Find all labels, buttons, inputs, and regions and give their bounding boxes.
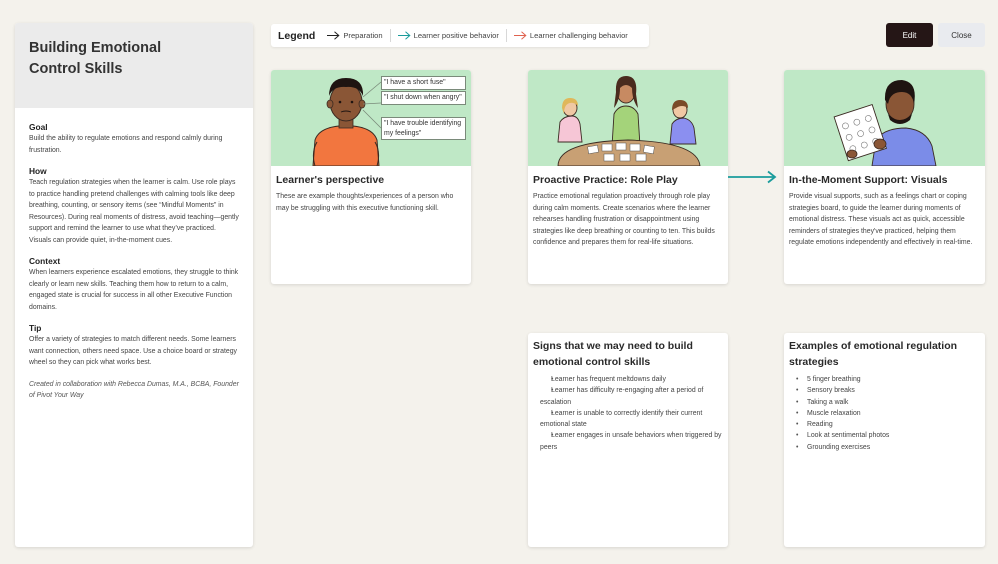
learner-perspective-card[interactable]: "I have a short fuse" "I shut down when … (271, 70, 471, 284)
goal-section: Goal Build the ability to regulate emoti… (29, 122, 239, 156)
legend-label-preparation: Preparation (343, 31, 383, 40)
arrow-right-icon (327, 31, 340, 40)
visuals-illustration (784, 70, 985, 166)
tip-section: Tip Offer a variety of strategies to mat… (29, 323, 239, 369)
card-description: Provide visual supports, such as a feeli… (789, 193, 973, 246)
card-title: Examples of emotional regulation strateg… (789, 340, 958, 368)
legend-label-positive: Learner positive behavior (413, 31, 499, 40)
legend-item-preparation: Preparation (327, 31, 383, 40)
list-item: Reading (796, 419, 980, 431)
list-item: Taking a walk (796, 397, 980, 409)
legend: Legend Preparation Learner positive beha… (271, 24, 649, 47)
list-item: Learner engages in unsafe behaviors when… (540, 430, 723, 453)
list-item: Learner is unable to correctly identify … (540, 408, 723, 431)
thought-bubble: "I shut down when angry" (381, 91, 466, 105)
learner-illustration: "I have a short fuse" "I shut down when … (271, 70, 471, 166)
page-title: Building Emotional Control Skills (29, 38, 239, 80)
legend-divider (389, 29, 391, 42)
edit-button[interactable]: Edit (886, 23, 933, 47)
goal-text: Build the ability to regulate emotions a… (29, 135, 223, 154)
context-section: Context When learners experience escalat… (29, 256, 239, 313)
thought-bubble: "I have trouble identifying my feelings" (381, 117, 466, 140)
info-sidebar: Building Emotional Control Skills Goal B… (15, 23, 253, 547)
page-title-line2: Control Skills (29, 61, 123, 77)
role-play-group-illustration (557, 76, 701, 166)
strategies-list: 5 finger breathing Sensory breaks Taking… (789, 374, 980, 453)
context-text: When learners experience escalated emoti… (29, 269, 239, 311)
flow-arrow-icon (728, 170, 777, 184)
legend-divider (505, 29, 507, 42)
card-title: Proactive Practice: Role Play (533, 174, 678, 186)
legend-title: Legend (278, 29, 316, 42)
card-title: Learner's perspective (276, 174, 385, 186)
close-button[interactable]: Close (938, 23, 985, 47)
how-section: How Teach regulation strategies when the… (29, 166, 239, 246)
how-text: Teach regulation strategies when the lea… (29, 179, 239, 244)
card-title: In-the-Moment Support: Visuals (789, 174, 948, 186)
credit-text: Created in collaboration with Rebecca Du… (29, 380, 239, 400)
role-play-illustration (528, 70, 728, 166)
legend-item-positive: Learner positive behavior (397, 31, 499, 40)
list-item: Learner has frequent meltdowns daily (540, 374, 723, 386)
arrow-right-teal-icon (397, 31, 411, 40)
tip-heading: Tip (29, 323, 42, 333)
card-description: Practice emotional regulation proactivel… (533, 193, 715, 246)
legend-item-challenging: Learner challenging behavior (513, 31, 628, 40)
thought-bubble: "I have a short fuse" (381, 76, 466, 90)
list-item: 5 finger breathing (796, 374, 980, 386)
list-item: Learner has difficulty re-engaging after… (540, 385, 723, 408)
how-heading: How (29, 166, 47, 176)
strategies-card[interactable]: Examples of emotional regulation strateg… (784, 333, 985, 547)
signs-list: Learner has frequent meltdowns daily Lea… (533, 374, 723, 453)
card-description: These are example thoughts/experiences o… (276, 193, 454, 212)
list-item: Grounding exercises (796, 442, 980, 454)
role-play-card[interactable]: Proactive Practice: Role Play Practice e… (528, 70, 728, 284)
sidebar-body: Goal Build the ability to regulate emoti… (15, 108, 253, 402)
goal-heading: Goal (29, 122, 48, 132)
sidebar-header: Building Emotional Control Skills (15, 23, 253, 108)
person-reading-chart-illustration (833, 80, 937, 166)
list-item: Look at sentimental photos (796, 430, 980, 442)
page-title-line1: Building Emotional (29, 40, 162, 56)
tip-text: Offer a variety of strategies to match d… (29, 336, 237, 366)
card-title: Signs that we may need to build emotiona… (533, 340, 693, 368)
arrow-right-red-icon (513, 31, 527, 40)
signs-card[interactable]: Signs that we may need to build emotiona… (528, 333, 728, 547)
list-item: Muscle relaxation (796, 408, 980, 420)
list-item: Sensory breaks (796, 385, 980, 397)
legend-label-challenging: Learner challenging behavior (529, 31, 628, 40)
visuals-support-card[interactable]: In-the-Moment Support: Visuals Provide v… (784, 70, 985, 284)
context-heading: Context (29, 256, 61, 266)
